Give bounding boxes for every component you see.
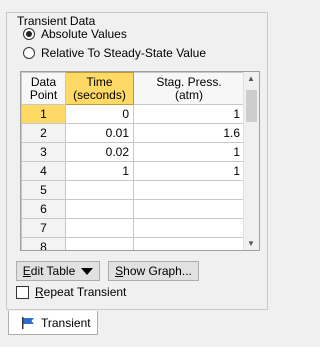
row-header-cell[interactable]: 7: [21, 218, 66, 238]
tab-transient[interactable]: Transient: [8, 311, 98, 335]
flag-icon: [22, 316, 34, 329]
table-row[interactable]: 3 0.02 1: [21, 142, 245, 162]
time-cell[interactable]: [65, 199, 134, 219]
radio-absolute-values[interactable]: Absolute Values: [23, 25, 127, 43]
tab-bar: Transient: [0, 311, 274, 347]
scroll-down-icon[interactable]: ▼: [247, 239, 255, 248]
table-row[interactable]: 8: [21, 237, 245, 250]
stag-press-cell[interactable]: 1: [133, 142, 245, 162]
row-header-cell[interactable]: 4: [21, 161, 66, 181]
stag-press-cell[interactable]: 1: [133, 104, 245, 124]
tab-transient-label: Transient: [41, 315, 91, 330]
row-header-cell[interactable]: 1: [21, 104, 66, 124]
row-header-cell[interactable]: 5: [21, 180, 66, 200]
repeat-transient-checkbox[interactable]: [16, 285, 29, 299]
time-cell[interactable]: 1: [65, 161, 134, 181]
table-row[interactable]: 411: [21, 161, 245, 181]
repeat-transient-checkbox-row[interactable]: Repeat Transient: [16, 285, 126, 299]
time-cell[interactable]: [65, 237, 134, 250]
row-header-cell[interactable]: 8: [21, 237, 66, 250]
repeat-transient-label: epeat Transient: [43, 285, 127, 299]
edit-table-mnemonic: E: [22, 264, 31, 278]
edit-table-label: dit Table: [30, 264, 76, 278]
table-row[interactable]: 7: [21, 218, 245, 238]
transient-data-grid[interactable]: Data Point Time (seconds) Stag. Press. (atm…: [20, 71, 260, 251]
stag-press-cell[interactable]: 1: [133, 161, 245, 181]
table-row[interactable]: 6: [21, 199, 245, 219]
header-stag-press[interactable]: Stag. Press. (atm): [133, 72, 245, 105]
radio-label-relative: Relative To Steady-State Value: [41, 46, 206, 60]
transient-panel: Transient Data Absolute Values Relative …: [3, 3, 269, 311]
repeat-mnemonic: R: [35, 285, 44, 299]
time-cell[interactable]: 0: [65, 104, 134, 124]
stag-press-cell[interactable]: [133, 237, 245, 250]
show-graph-label: how Graph...: [123, 264, 192, 278]
radio-button-checked[interactable]: [23, 28, 35, 40]
show-graph-mnemonic: S: [115, 264, 124, 278]
scroll-thumb[interactable]: [246, 90, 257, 122]
row-header-cell[interactable]: 6: [21, 199, 66, 219]
stag-press-cell[interactable]: [133, 218, 245, 238]
radio-button-unchecked[interactable]: [23, 47, 35, 59]
transient-data-group: Transient Data Absolute Values Relative …: [6, 12, 268, 310]
header-data-point[interactable]: Data Point: [21, 72, 66, 105]
time-cell[interactable]: 0.01: [65, 123, 134, 143]
row-header-cell[interactable]: 2: [21, 123, 66, 143]
edit-table-button[interactable]: Edit Table: [16, 261, 100, 281]
scroll-up-icon[interactable]: ▲: [247, 74, 255, 83]
dropdown-arrow-icon: [81, 267, 94, 275]
stag-press-cell[interactable]: [133, 180, 245, 200]
header-time[interactable]: Time (seconds): [65, 72, 134, 105]
radio-label-absolute: Absolute Values: [41, 27, 127, 41]
data-table: Data Point Time (seconds) Stag. Press. (atm…: [21, 72, 245, 250]
radio-relative-steady-state[interactable]: Relative To Steady-State Value: [23, 44, 206, 62]
vertical-scrollbar[interactable]: ▲ ▼: [243, 72, 259, 250]
show-graph-button[interactable]: Show Graph...: [108, 261, 199, 281]
row-header-cell[interactable]: 3: [21, 142, 66, 162]
stag-press-cell[interactable]: 1.6: [133, 123, 245, 143]
time-cell[interactable]: [65, 218, 134, 238]
table-row[interactable]: 2 0.01 1.6: [21, 123, 245, 143]
time-cell[interactable]: 0.02: [65, 142, 134, 162]
stag-press-cell[interactable]: [133, 199, 245, 219]
table-row[interactable]: 5: [21, 180, 245, 200]
time-cell[interactable]: [65, 180, 134, 200]
table-row[interactable]: 101: [21, 104, 245, 124]
